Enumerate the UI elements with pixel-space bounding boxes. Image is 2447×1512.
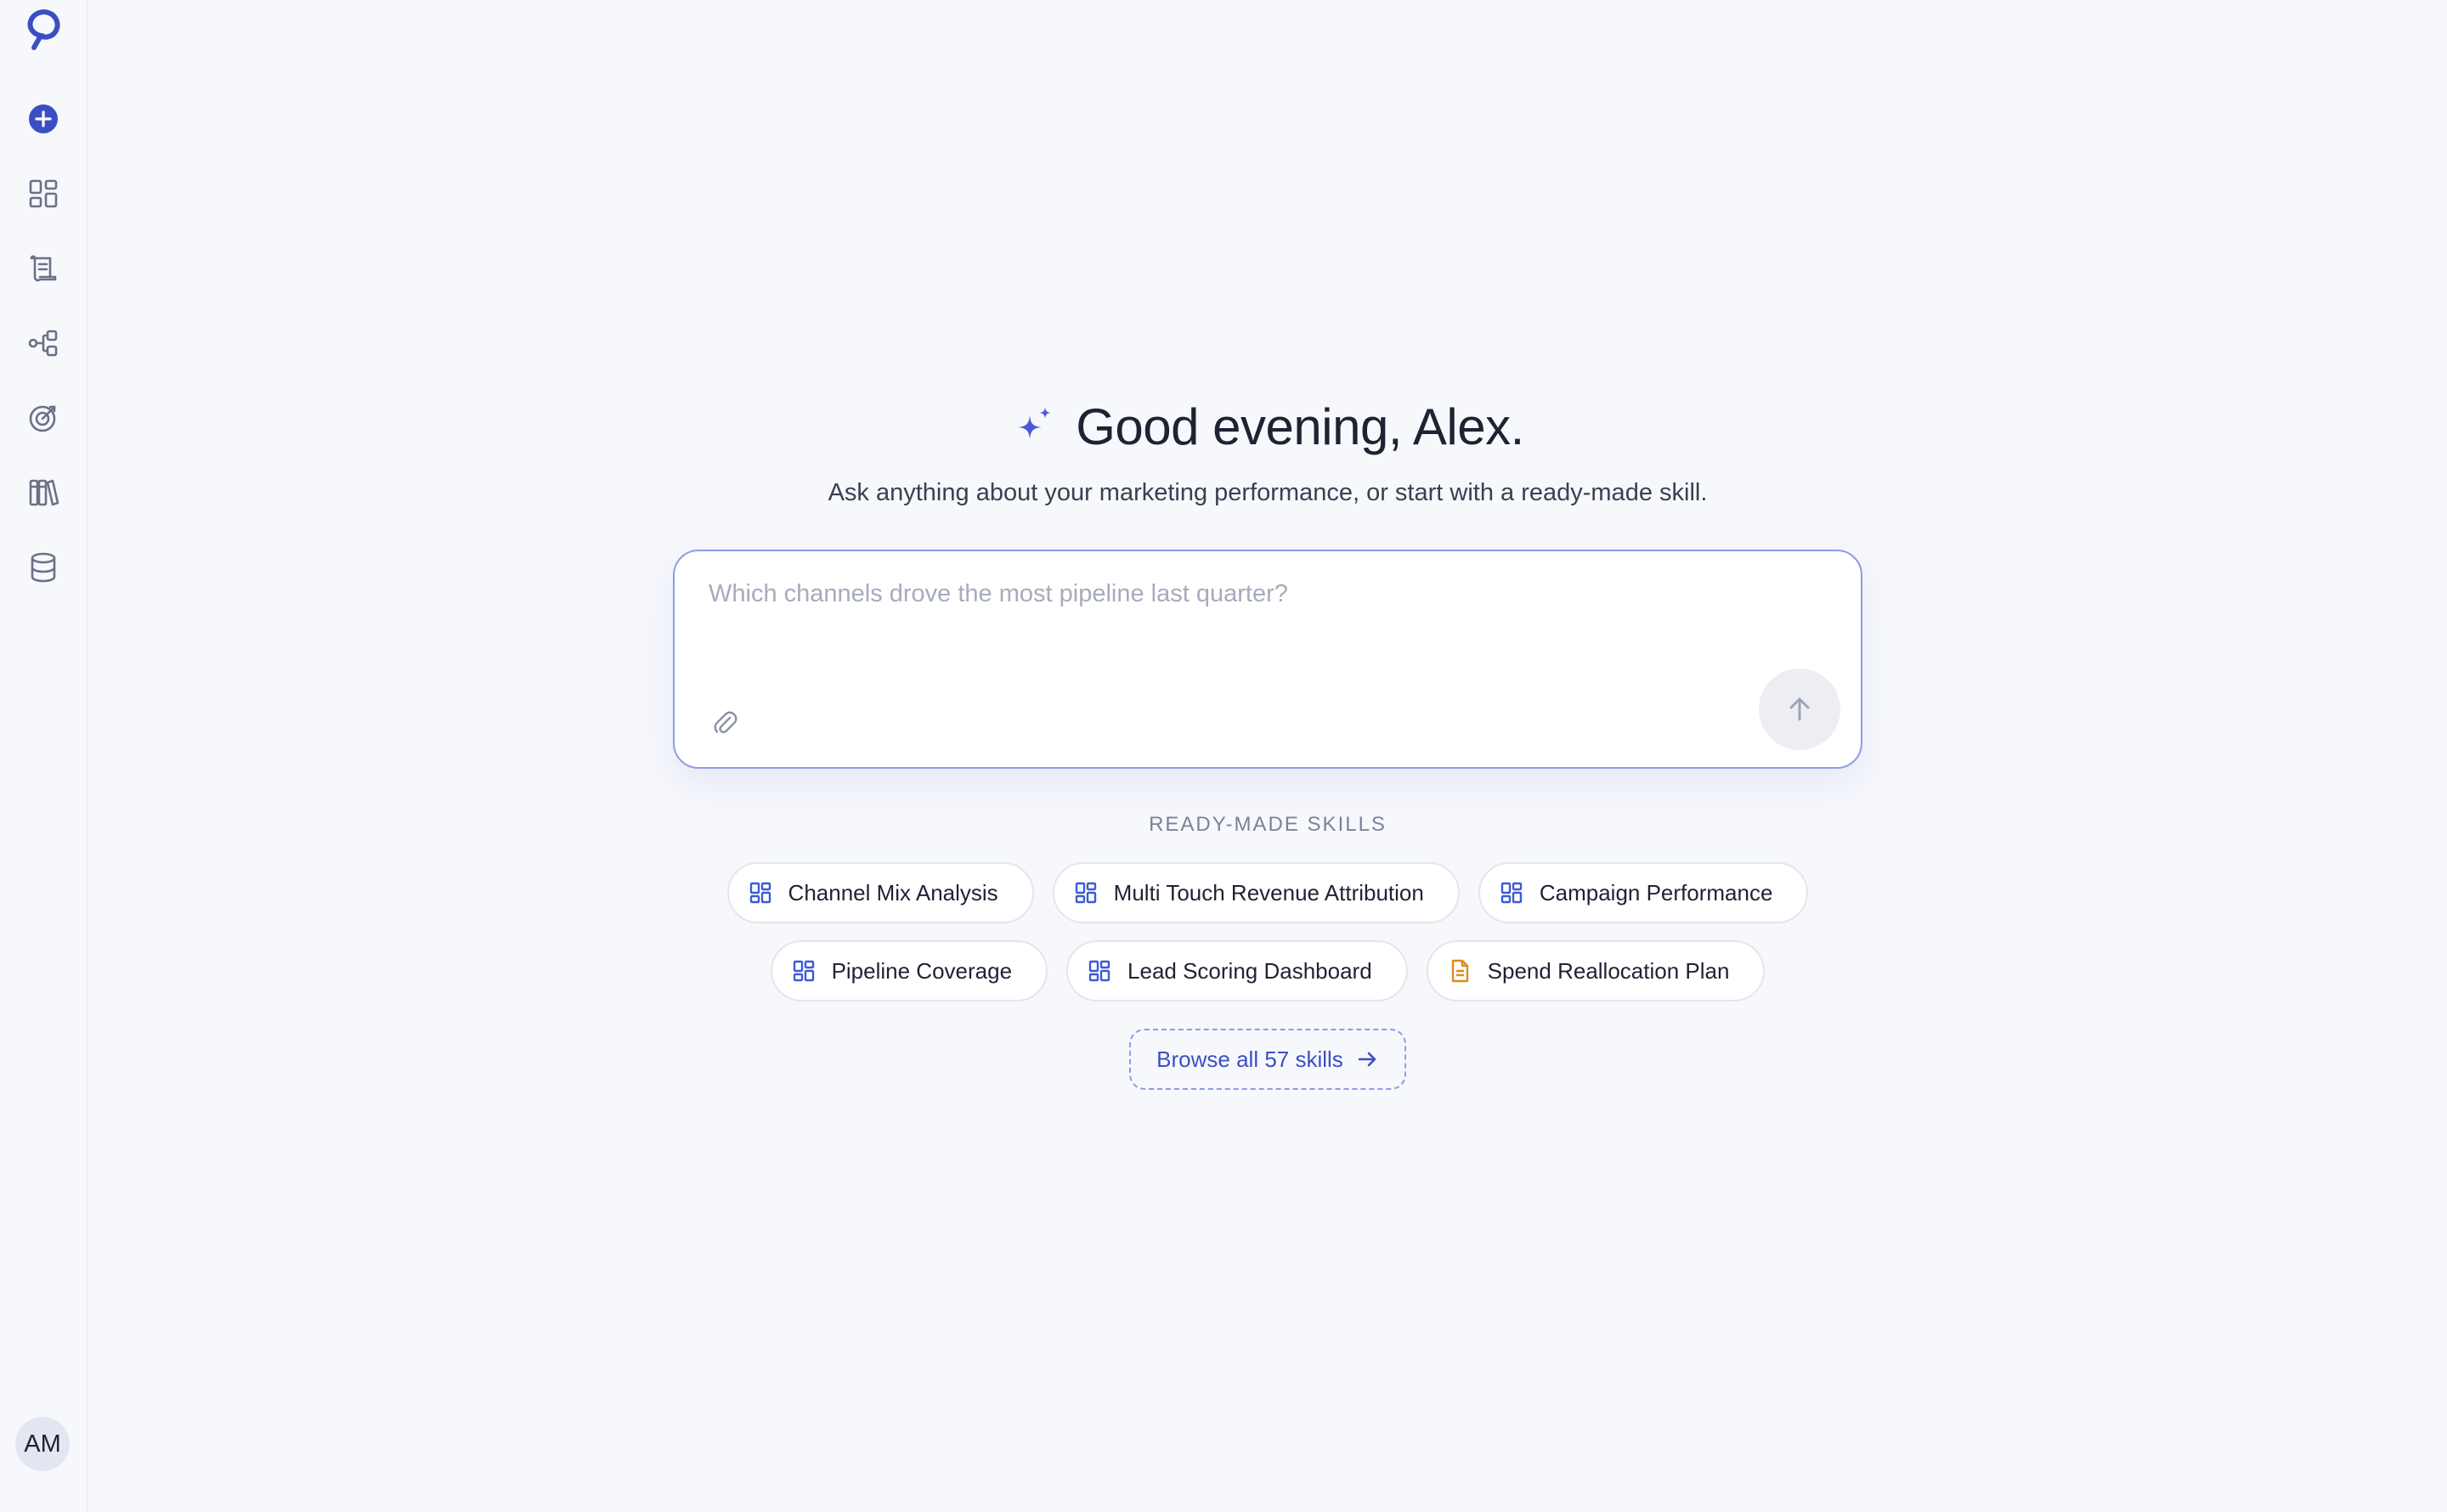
prompt-composer <box>673 550 1862 769</box>
home-hero: Good evening, Alex. Ask anything about y… <box>88 391 2447 1090</box>
flow-icon[interactable] <box>21 321 65 365</box>
target-icon[interactable] <box>21 396 65 440</box>
greeting-row: Good evening, Alex. <box>1011 391 1524 462</box>
browse-all-skills-button[interactable]: Browse all 57 skills <box>1129 1029 1406 1090</box>
greeting-title: Good evening, Alex. <box>1076 398 1524 455</box>
arrow-up-icon <box>1789 697 1810 721</box>
sidebar: AM <box>0 0 88 1512</box>
dashboard-icon <box>1088 960 1110 982</box>
dashboard-icon <box>1075 882 1096 904</box>
skills-row-1: Channel Mix Analysis Multi Touch Revenue… <box>726 862 1809 923</box>
dashboard-icon <box>793 960 814 982</box>
skill-chip-multi-touch-revenue-attribution[interactable]: Multi Touch Revenue Attribution <box>1052 862 1460 923</box>
main-content: Good evening, Alex. Ask anything about y… <box>88 0 2447 1512</box>
skill-chip-campaign-performance[interactable]: Campaign Performance <box>1478 862 1809 923</box>
skills-section-label: READY-MADE SKILLS <box>1149 813 1387 836</box>
skill-chip-label: Campaign Performance <box>1539 879 1773 906</box>
dashboard-icon <box>1500 882 1523 904</box>
paperclip-icon <box>714 711 737 734</box>
greeting-subtitle: Ask anything about your marketing perfor… <box>828 479 1708 506</box>
user-avatar[interactable]: AM <box>15 1417 70 1471</box>
skill-chip-spend-reallocation-plan[interactable]: Spend Reallocation Plan <box>1426 940 1766 1001</box>
skill-chip-label: Pipeline Coverage <box>831 957 1013 984</box>
skill-chip-label: Multi Touch Revenue Attribution <box>1113 879 1424 906</box>
prompt-input[interactable] <box>709 580 1813 682</box>
skills-row-2: Pipeline Coverage Lead Scoring Dashboard… <box>770 940 1766 1001</box>
database-icon[interactable] <box>21 545 65 590</box>
new-chat-icon[interactable] <box>21 97 65 141</box>
app-logo-icon[interactable] <box>25 7 63 54</box>
scroll-icon[interactable] <box>21 246 65 291</box>
skill-chip-label: Channel Mix Analysis <box>788 879 998 906</box>
skill-chip-label: Spend Reallocation Plan <box>1487 957 1730 984</box>
attach-button[interactable] <box>705 702 744 742</box>
library-icon[interactable] <box>21 471 65 515</box>
dashboard-icon <box>749 882 771 904</box>
skill-chip-channel-mix-analysis[interactable]: Channel Mix Analysis <box>726 862 1034 923</box>
skill-chip-label: Lead Scoring Dashboard <box>1127 957 1372 984</box>
browse-all-skills-label: Browse all 57 skills <box>1156 1046 1343 1072</box>
skill-chip-pipeline-coverage[interactable]: Pipeline Coverage <box>770 940 1048 1001</box>
app-window: AM Good evening, Alex. Ask anything abou… <box>0 0 2447 1512</box>
document-icon <box>1451 959 1468 983</box>
sparkle-icon <box>1018 407 1052 439</box>
dashboard-grid-icon[interactable] <box>21 172 65 216</box>
skill-chip-lead-scoring-dashboard[interactable]: Lead Scoring Dashboard <box>1066 940 1408 1001</box>
arrow-right-icon <box>1358 1052 1376 1067</box>
send-button[interactable] <box>1759 669 1840 750</box>
